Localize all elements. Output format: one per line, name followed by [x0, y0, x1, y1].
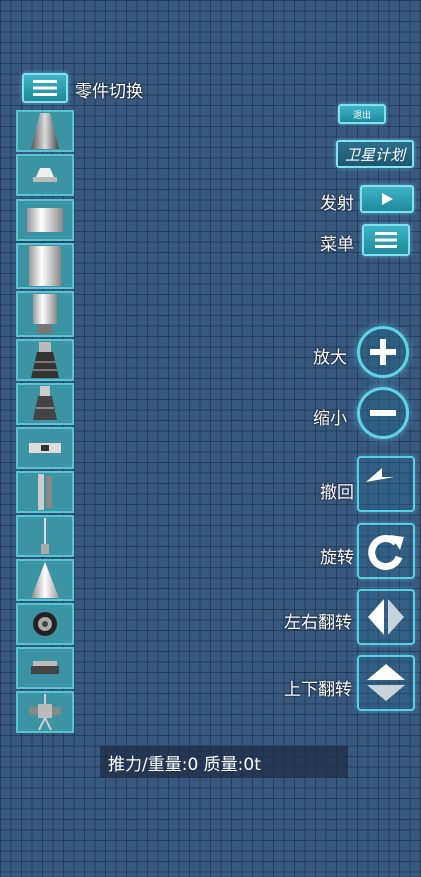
flip-vertical-icon	[367, 664, 405, 701]
part-slot-wheel[interactable]	[16, 603, 74, 645]
tall-tank-part-icon	[29, 246, 61, 286]
zoom-in-label: 放大	[313, 348, 347, 368]
exit-button[interactable]: 退出	[338, 104, 386, 124]
engine-part-icon	[31, 342, 59, 378]
parts-toggle-button[interactable]	[22, 73, 68, 103]
tank-with-nozzle-part-icon	[33, 294, 57, 334]
flip-horizontal-icon	[368, 599, 404, 635]
short-tank-part-icon	[27, 208, 63, 232]
side-rail-part-icon	[38, 474, 52, 510]
part-slot-separator[interactable]	[16, 427, 74, 469]
small-cap-part-icon	[33, 168, 57, 182]
undo-button[interactable]	[357, 456, 415, 512]
flip-horizontal-label: 左右翻转	[284, 613, 352, 633]
part-slot-engine[interactable]	[16, 339, 74, 381]
zoom-out-label: 缩小	[313, 409, 347, 429]
cone-part-icon	[31, 562, 59, 598]
part-slot-probe[interactable]	[16, 691, 74, 733]
part-slot-tank-with-nozzle[interactable]	[16, 291, 74, 337]
small-engine-part-icon	[33, 386, 57, 420]
part-slot-side-rail[interactable]	[16, 471, 74, 513]
rotate-icon	[368, 535, 404, 570]
undo-icon	[366, 468, 394, 482]
minus-icon	[370, 410, 396, 416]
zoom-in-button[interactable]	[357, 326, 409, 378]
separator-part-icon	[29, 443, 61, 453]
flip-horizontal-button[interactable]	[357, 589, 415, 645]
part-slot-small-cap[interactable]	[16, 154, 74, 196]
part-slot-small-engine[interactable]	[16, 383, 74, 425]
exit-label: 退出	[352, 110, 371, 121]
thrust-weight-mass-text: 推力/重量:0 质量:0t	[108, 754, 261, 775]
plus-icon	[370, 339, 396, 365]
wheel-part-icon	[33, 612, 57, 636]
menu-button[interactable]	[362, 224, 410, 256]
probe-part-icon	[29, 694, 61, 731]
launch-label: 发射	[320, 194, 354, 214]
menu-label: 菜单	[320, 235, 354, 255]
part-slot-cone[interactable]	[16, 559, 74, 601]
flip-vertical-label: 上下翻转	[284, 680, 352, 700]
dock-part-icon	[31, 661, 59, 674]
play-icon	[382, 193, 393, 205]
status-bar: 推力/重量:0 质量:0t	[100, 746, 348, 778]
flip-vertical-button[interactable]	[357, 655, 415, 711]
part-slot-short-tank[interactable]	[16, 199, 74, 241]
part-slot-dock[interactable]	[16, 647, 74, 689]
nose-cone-part-icon	[31, 113, 59, 149]
hamburger-icon	[375, 232, 397, 248]
rotate-label: 旋转	[320, 548, 354, 568]
parts-toggle-label: 零件切换	[75, 82, 143, 102]
part-slot-nose-cone[interactable]	[16, 110, 74, 152]
satellite-plan-label: 卫星计划	[344, 145, 405, 164]
part-slot-tall-tank[interactable]	[16, 243, 74, 289]
undo-label: 撤回	[320, 483, 354, 503]
zoom-out-button[interactable]	[357, 387, 409, 439]
launch-button[interactable]	[360, 185, 414, 213]
hamburger-icon	[33, 80, 57, 96]
satellite-plan-button[interactable]: 卫星计划	[336, 140, 414, 168]
antenna-part-icon	[41, 518, 49, 554]
part-slot-antenna[interactable]	[16, 515, 74, 557]
rotate-button[interactable]	[357, 523, 415, 579]
